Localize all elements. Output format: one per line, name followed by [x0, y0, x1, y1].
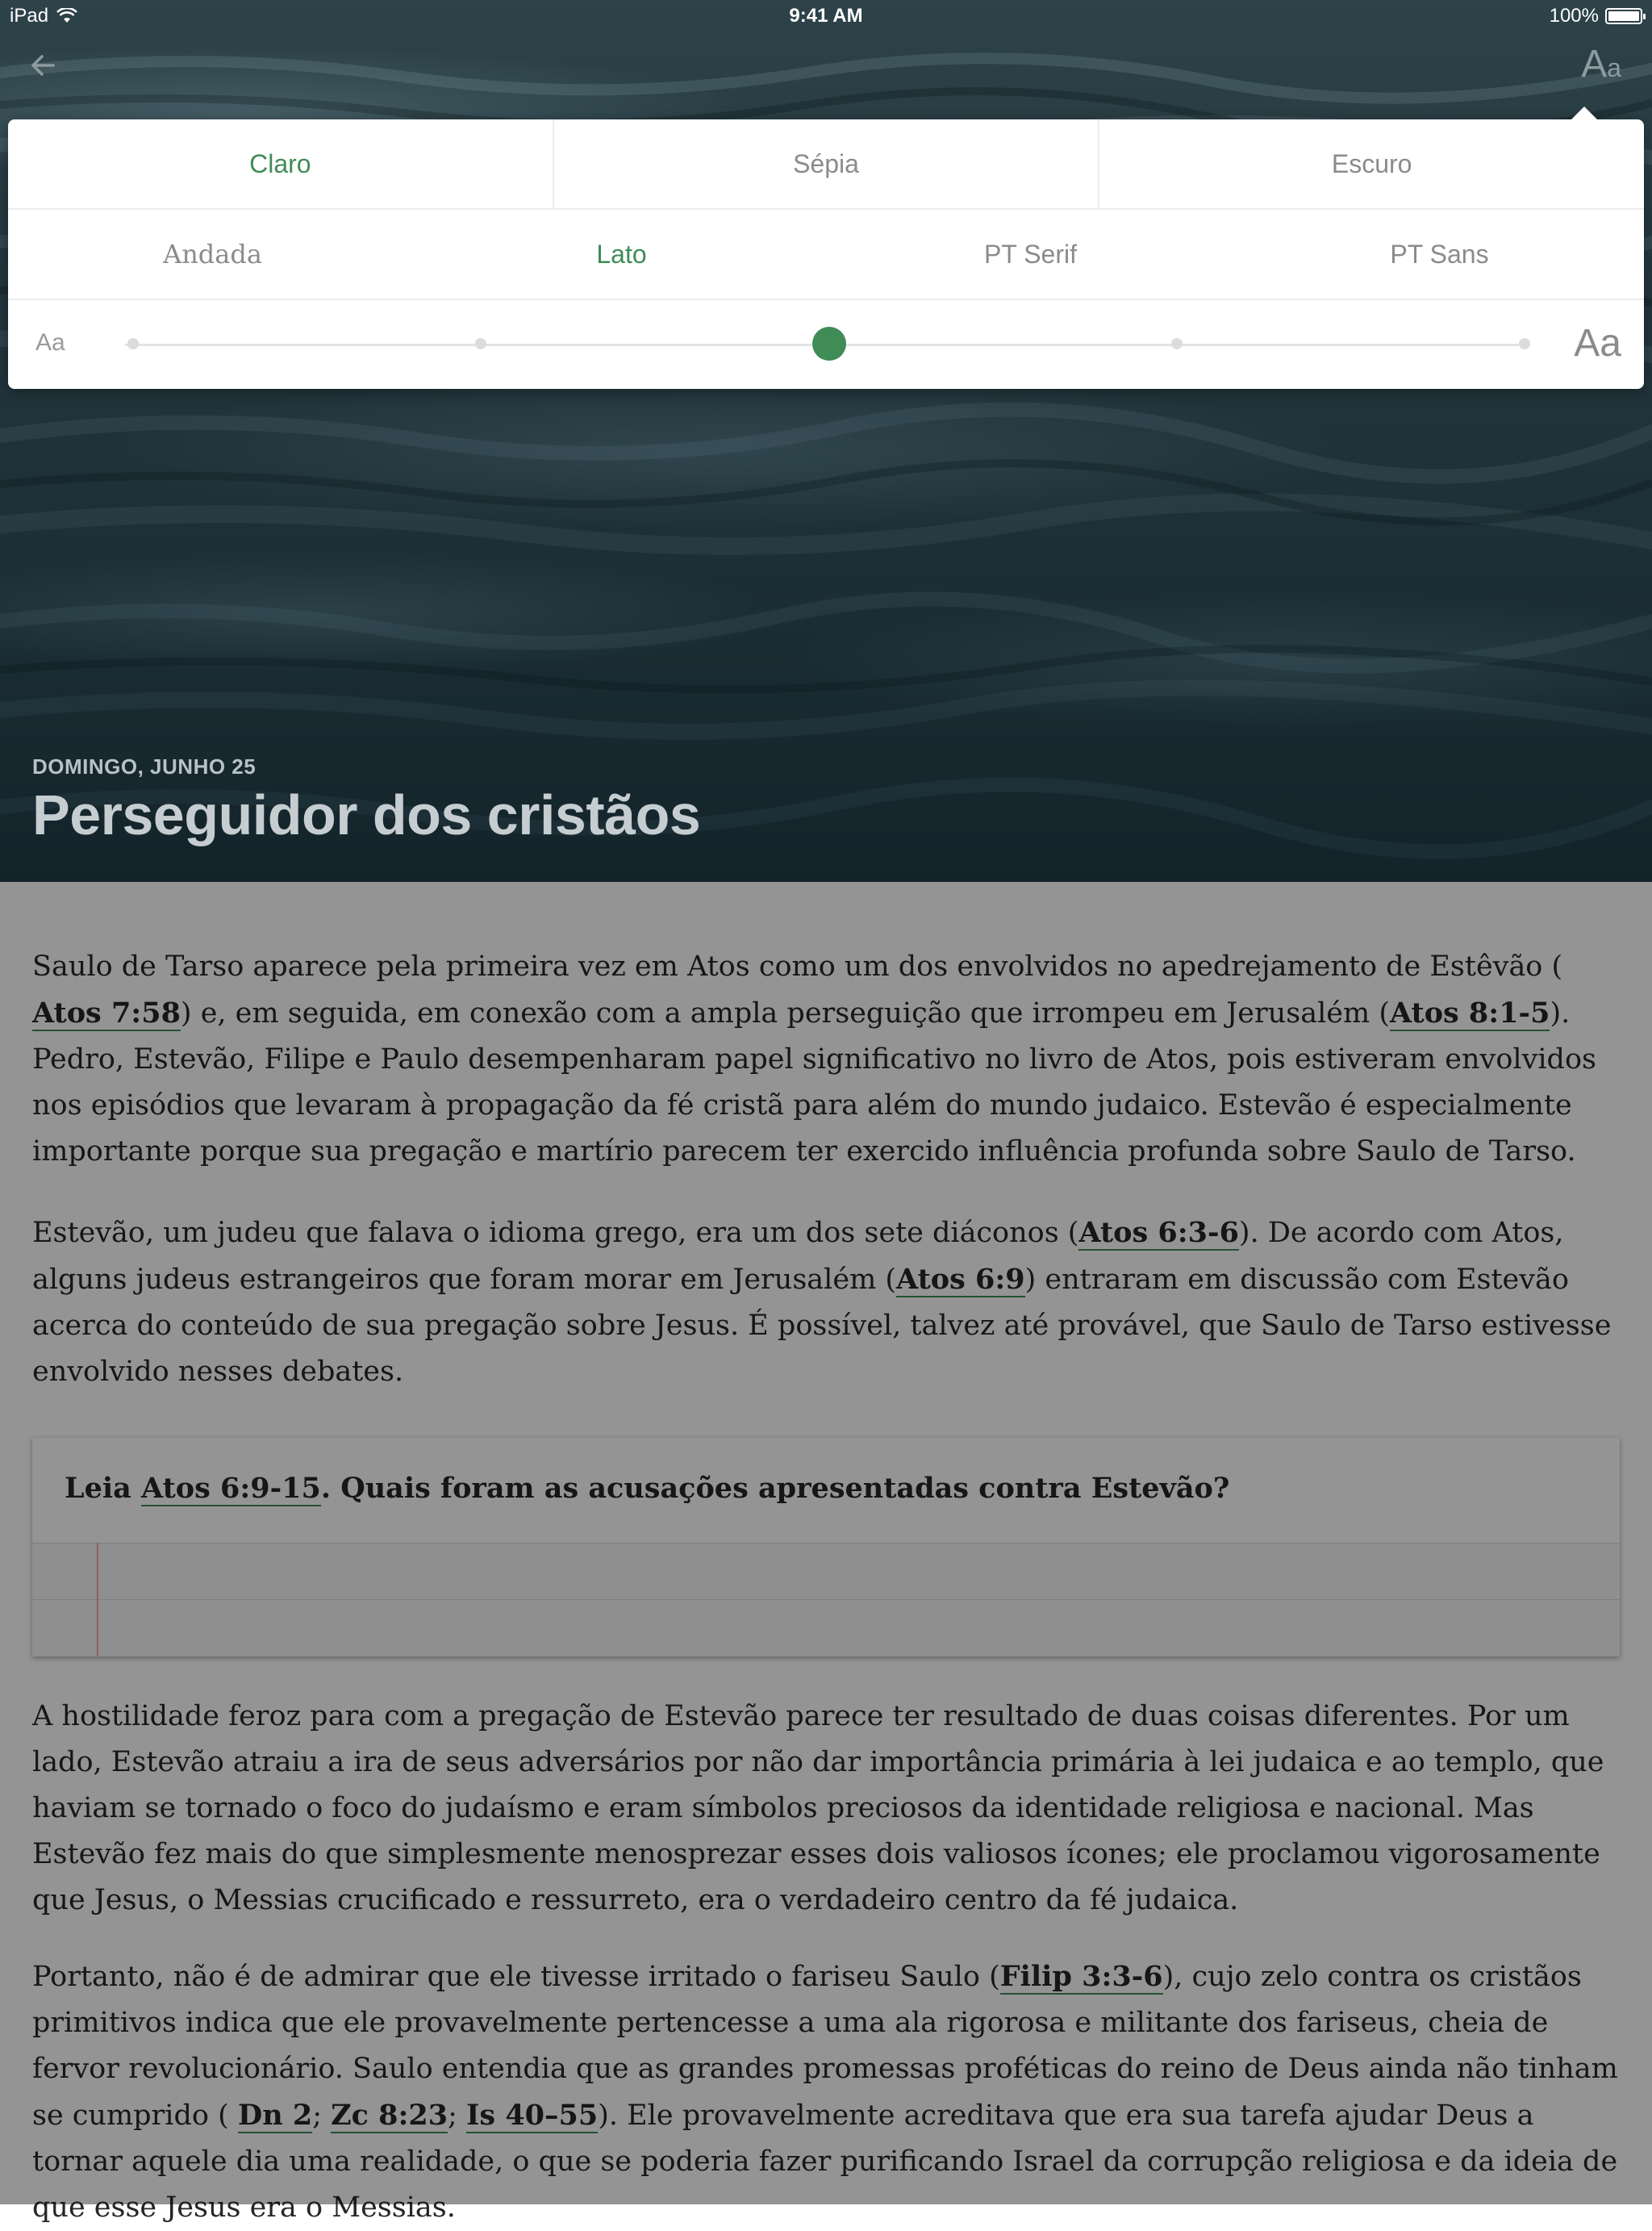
lesson-title: Perseguidor dos cristãos	[32, 783, 701, 846]
font-option-andada[interactable]: Andada	[8, 210, 417, 299]
font-size-small-label: Aa	[35, 329, 65, 356]
theme-option-escuro[interactable]: Escuro	[1099, 119, 1644, 208]
back-button[interactable]	[24, 45, 65, 86]
font-selector: Andada Lato PT Serif PT Sans	[8, 210, 1644, 300]
bible-reference-link[interactable]: Atos 7:58	[32, 996, 181, 1031]
paragraph: Estevão, um judeu que falava o idioma gr…	[32, 1210, 1621, 1395]
paragraph-text: Saulo de Tarso aparece pela primeira vez…	[32, 950, 1563, 983]
theme-selector: Claro Sépia Escuro	[8, 119, 1644, 210]
question-card: Leia Atos 6:9-15. Quais foram as acusaçõ…	[32, 1438, 1620, 1657]
paragraph-text: ;	[312, 2099, 332, 2132]
arrow-left-icon	[31, 55, 55, 76]
font-option-pt-sans[interactable]: PT Sans	[1235, 210, 1644, 299]
paragraph: A hostilidade feroz para com a pregação …	[32, 1700, 1604, 1916]
bible-reference-link[interactable]: Zc 8:23	[331, 2099, 448, 2133]
answer-margin-line	[97, 1543, 98, 1657]
font-size-slider-stop[interactable]	[1519, 338, 1530, 349]
text-settings-popover: Claro Sépia Escuro Andada Lato PT Serif …	[8, 107, 1644, 389]
bible-reference-link[interactable]: Atos 8:1-5	[1389, 996, 1550, 1031]
bible-reference-link[interactable]: Atos 6:3-6	[1078, 1216, 1239, 1251]
question-text: Leia	[65, 1472, 142, 1505]
font-size-slider-stop[interactable]	[127, 338, 139, 349]
font-size-icon: Aa	[1581, 43, 1621, 86]
bible-reference-link[interactable]: Is 40–55	[466, 2099, 599, 2133]
paragraph: Portanto, não é de admirar que ele tives…	[32, 1953, 1621, 2231]
font-size-large-label: Aa	[1574, 322, 1621, 365]
text-settings-button[interactable]: Aa	[1581, 42, 1621, 90]
article-content: Saulo de Tarso aparece pela primeira vez…	[0, 882, 1652, 2224]
clock: 9:41 AM	[789, 5, 863, 27]
paragraph-text: ;	[448, 2099, 467, 2132]
bible-reference-link[interactable]: Atos 6:9	[896, 1263, 1025, 1297]
answer-rule	[32, 1599, 1620, 1600]
status-bar: iPad 9:41 AM 100%	[0, 0, 1652, 32]
font-option-pt-serif[interactable]: PT Serif	[826, 210, 1235, 299]
bible-reference-link[interactable]: Atos 6:9-15	[141, 1472, 321, 1506]
answer-input[interactable]	[32, 1543, 1620, 1657]
lesson-date: DOMINGO, JUNHO 25	[32, 754, 257, 779]
bible-reference-link[interactable]: Filip 3:3-6	[999, 1960, 1163, 1995]
theme-option-sepia[interactable]: Sépia	[554, 119, 1100, 208]
question-prompt: Leia Atos 6:9-15. Quais foram as acusaçõ…	[65, 1465, 1229, 1511]
question-text: . Quais foram as acusações apresentadas …	[320, 1472, 1230, 1505]
answer-rule	[32, 1543, 1620, 1544]
font-size-control: Aa Aa	[8, 300, 1644, 389]
font-option-lato[interactable]: Lato	[417, 210, 826, 299]
battery-icon	[1605, 8, 1646, 24]
font-size-slider-stop[interactable]	[475, 338, 487, 349]
popover-arrow	[1571, 107, 1597, 119]
paragraph-text: Portanto, não é de admirar que ele tives…	[32, 1961, 1000, 1993]
battery-percentage: 100%	[1549, 5, 1599, 27]
paragraph-text: ) e, em seguida, em conexão com a ampla …	[180, 997, 1390, 1030]
bible-reference-link[interactable]: Dn 2	[237, 2099, 313, 2133]
paragraph-text: Estevão, um judeu que falava o idioma gr…	[32, 1217, 1079, 1249]
paragraph: Saulo de Tarso aparece pela primeira vez…	[32, 944, 1621, 1175]
theme-option-claro[interactable]: Claro	[8, 119, 554, 208]
font-size-slider-stop[interactable]	[1170, 338, 1183, 349]
font-size-slider-thumb[interactable]	[811, 327, 846, 361]
